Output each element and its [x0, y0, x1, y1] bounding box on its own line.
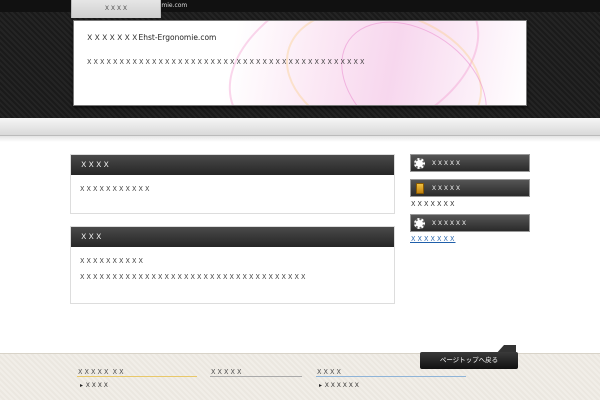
widget-title-text: ＸＸＸＸＸ	[431, 185, 462, 192]
gear-icon	[414, 158, 425, 169]
footer-column-title: ＸＸＸＸＸ	[210, 368, 243, 376]
nav-shadow	[0, 136, 600, 142]
box-title: ＸＸＸＸ	[71, 155, 394, 175]
footer-divider	[316, 376, 466, 377]
gear-icon	[414, 218, 425, 229]
box-text: ＸＸＸＸＸＸＸＸＸＸＸＸＸＸＸＸＸＸＸＸＸＸＸＸＸＸＸＸＸＸＸＸＸＸＸ	[79, 273, 307, 281]
footer-link[interactable]: ▸ ＸＸＸＸＸＸ	[319, 380, 360, 389]
site-title-link[interactable]: ＸＸＸＸＸＸＸEhst-Ergonomie.com	[86, 32, 216, 43]
folder-icon	[416, 183, 424, 194]
widget-title-text: ＸＸＸＸＸＸ	[431, 220, 468, 227]
footer-divider	[210, 376, 302, 377]
sidebar-widget-title: ＸＸＸＸＸＸ	[410, 214, 530, 232]
box-text: ＸＸＸＸＸＸＸＸＸＸＸ	[79, 185, 151, 193]
box-text: ＸＸＸＸＸＸＸＸＸＸ	[79, 257, 144, 265]
header-banner: ＸＸＸＸＸＸＸEhst-Ergonomie.com ＸＸＸＸＸＸＸＸＸＸＸＸＸＸ…	[73, 20, 527, 106]
sidebar-widget-title: ＸＸＸＸＸ	[410, 179, 530, 197]
footer-column-title: ＸＸＸＸ	[316, 368, 342, 376]
site-description: ＸＸＸＸＸＸＸＸＸＸＸＸＸＸＸＸＸＸＸＸＸＸＸＸＸＸＸＸＸＸＸＸＸＸＸＸＸＸＸＸ…	[86, 58, 366, 66]
widget-title-text: ＸＸＸＸＸ	[431, 160, 462, 167]
box-body: ＸＸＸＸＸＸＸＸＸＸＸ	[71, 175, 394, 203]
footer-link[interactable]: ▸ ＸＸＸＸ	[80, 380, 109, 389]
nav-item-home[interactable]: ＸＸＸＸ	[71, 0, 161, 18]
box-title: ＸＸＸ	[71, 227, 394, 247]
content-box: ＸＸＸＸ ＸＸＸＸＸＸＸＸＸＸＸ	[70, 154, 395, 214]
page-top-button[interactable]: ページトップへ戻る	[420, 352, 518, 369]
footer-divider	[77, 376, 197, 377]
box-body: ＸＸＸＸＸＸＸＸＸＸ ＸＸＸＸＸＸＸＸＸＸＸＸＸＸＸＸＸＸＸＸＸＸＸＸＸＸＸＸＸ…	[71, 247, 394, 291]
content-box: ＸＸＸ ＸＸＸＸＸＸＸＸＸＸ ＸＸＸＸＸＸＸＸＸＸＸＸＸＸＸＸＸＸＸＸＸＸＸＸＸ…	[70, 226, 395, 304]
sidebar-link[interactable]: ＸＸＸＸＸＸＸ	[410, 233, 456, 243]
sidebar-widget-title: ＸＸＸＸＸ	[410, 154, 530, 172]
sidebar-text: ＸＸＸＸＸＸＸ	[410, 200, 456, 208]
footer-column-title: ＸＸＸＸＸ ＸＸ	[77, 368, 125, 376]
global-nav	[0, 118, 600, 136]
